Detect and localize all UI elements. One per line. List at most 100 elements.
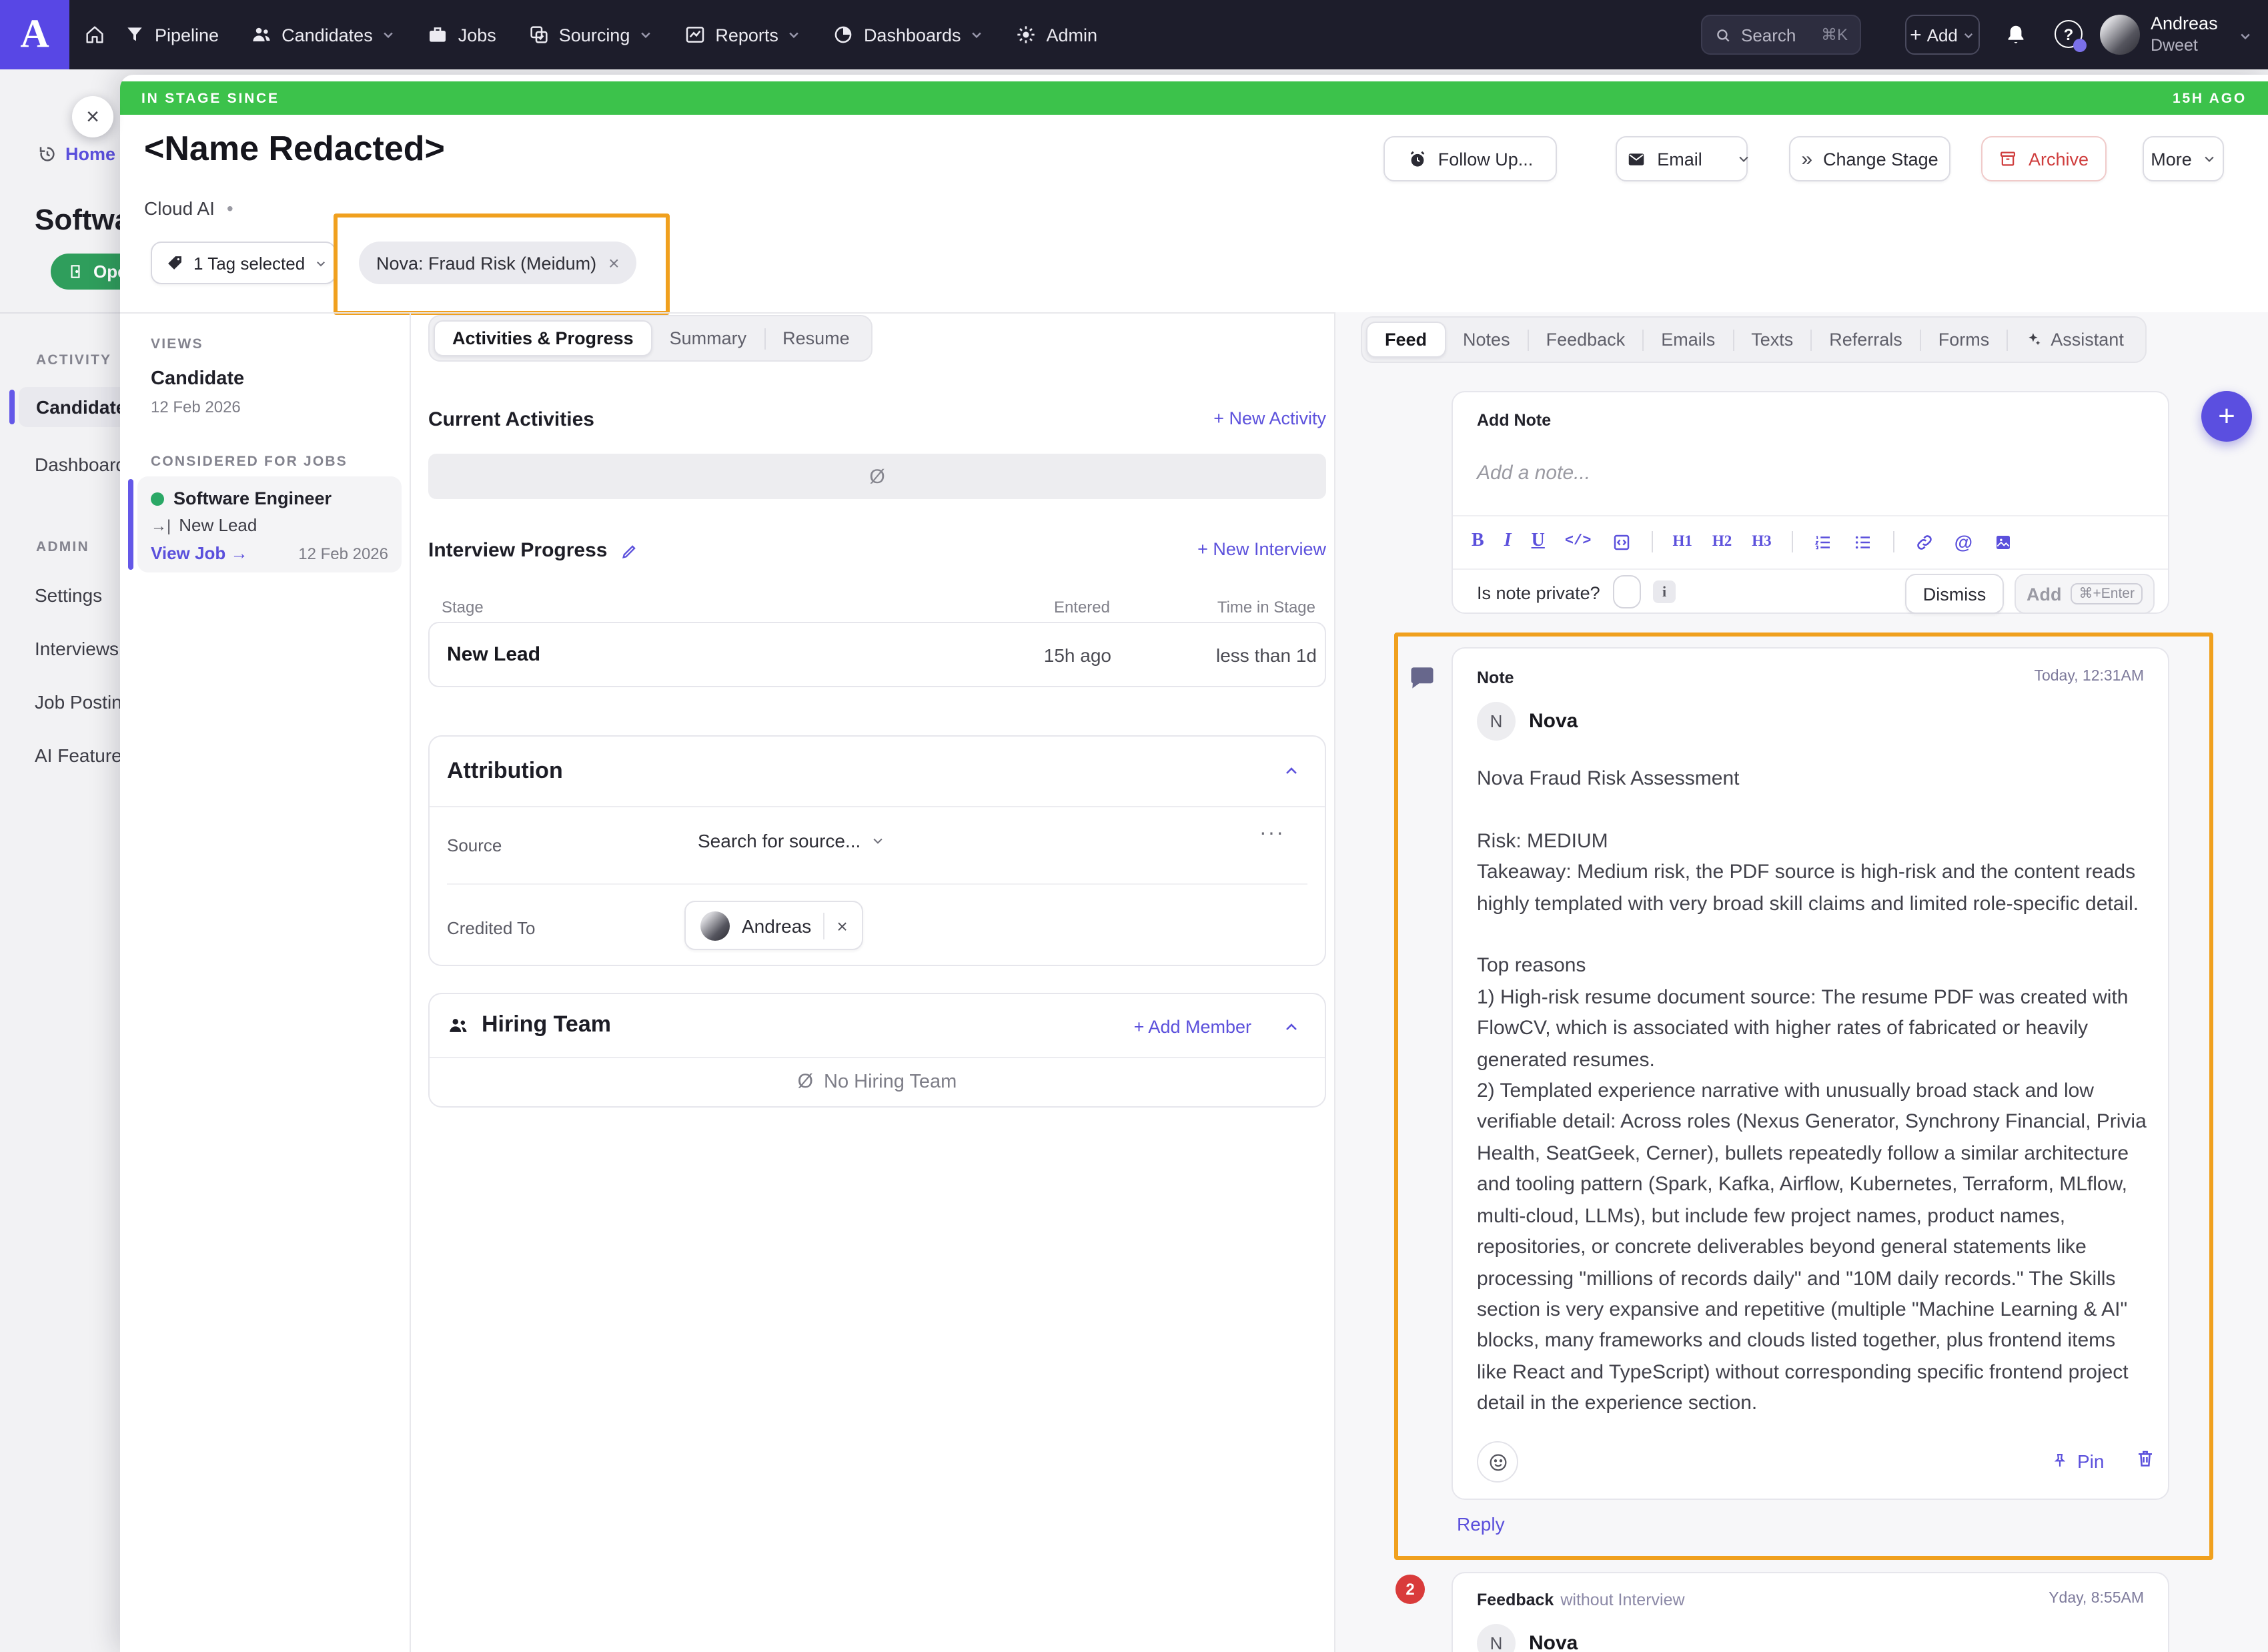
- help-button[interactable]: ?: [2055, 20, 2083, 48]
- emoji-reaction-button[interactable]: [1477, 1441, 1518, 1483]
- search-input[interactable]: Search ⌘K: [1701, 15, 1861, 55]
- code-icon[interactable]: </>: [1565, 534, 1592, 550]
- candidate-job-link[interactable]: Cloud AI: [144, 197, 215, 219]
- credited-to-pill[interactable]: Andreas ×: [684, 901, 864, 950]
- archive-button[interactable]: Archive: [1981, 136, 2107, 181]
- stage-banner-time: 15H AGO: [2173, 90, 2247, 106]
- remove-tag-icon[interactable]: ×: [608, 252, 619, 274]
- email-button[interactable]: Email: [1613, 149, 1716, 169]
- tab-emails[interactable]: Emails: [1644, 323, 1732, 356]
- trash-icon[interactable]: [2135, 1448, 2156, 1469]
- tab-notes[interactable]: Notes: [1446, 323, 1528, 356]
- close-panel-button[interactable]: ×: [72, 96, 113, 137]
- info-icon[interactable]: i: [1653, 580, 1676, 603]
- underline-icon[interactable]: U: [1532, 531, 1545, 552]
- interview-stage-row[interactable]: New Lead 15h ago less than 1d: [428, 622, 1326, 687]
- h3-icon[interactable]: H3: [1752, 534, 1771, 550]
- bold-icon[interactable]: B: [1472, 531, 1484, 552]
- open-status-button[interactable]: Open: [51, 254, 120, 290]
- home-icon[interactable]: [84, 24, 105, 45]
- view-job-link[interactable]: View Job →: [151, 543, 247, 563]
- tab-assistant[interactable]: Assistant: [2008, 323, 2141, 356]
- source-select[interactable]: Search for source...: [698, 830, 885, 851]
- collapse-chevron-icon[interactable]: [1283, 1019, 1299, 1036]
- tab-label: Forms: [1938, 330, 1990, 350]
- note-input[interactable]: Add a note...: [1477, 462, 1590, 484]
- bullet-list-icon[interactable]: [1853, 532, 1873, 552]
- pencil-icon[interactable]: [620, 541, 639, 560]
- tab-summary[interactable]: Summary: [652, 322, 764, 355]
- ellipsis-icon[interactable]: ···: [1259, 822, 1285, 846]
- feedback-type-label: Feedback: [1477, 1591, 1554, 1609]
- reply-link[interactable]: Reply: [1457, 1513, 1505, 1535]
- email-dropdown-button[interactable]: [1737, 152, 1750, 165]
- chevron-down-icon: [1737, 152, 1750, 165]
- email-split-button[interactable]: Email: [1616, 136, 1748, 181]
- stage-banner-label: IN STAGE SINCE: [141, 90, 279, 106]
- add-note-submit-button[interactable]: Add ⌘+Enter: [2015, 574, 2155, 614]
- dismiss-button[interactable]: Dismiss: [1905, 574, 2004, 614]
- sidebar-item-candidates[interactable]: Candidates: [19, 387, 120, 427]
- attachment-image-icon[interactable]: [1993, 532, 2013, 552]
- add-member-button[interactable]: + Add Member: [1123, 1017, 1251, 1037]
- private-note-toggle[interactable]: [1613, 575, 1641, 608]
- more-button[interactable]: More: [2143, 136, 2224, 181]
- sidebar-item-ai-features[interactable]: AI Features: [35, 745, 120, 766]
- tag-pill[interactable]: Nova: Fraud Risk (Meidum) ×: [359, 242, 636, 284]
- user-avatar[interactable]: [2100, 15, 2140, 55]
- tab-forms[interactable]: Forms: [1921, 323, 2007, 356]
- considered-job-card[interactable]: Software Engineer →| New Lead View Job →…: [137, 476, 402, 572]
- job-active-bar: [128, 479, 133, 570]
- user-menu[interactable]: Andreas Dweet: [2151, 12, 2218, 57]
- add-button[interactable]: + Add: [1905, 15, 1980, 55]
- sidebar-item-settings[interactable]: Settings: [35, 584, 102, 606]
- add-note-card: Add Note Add a note... B I U </> H1 H2 H…: [1452, 391, 2169, 614]
- tab-feedback[interactable]: Feedback: [1529, 323, 1643, 356]
- sidebar-item-dashboards[interactable]: Dashboards: [35, 454, 120, 475]
- mention-icon[interactable]: @: [1954, 531, 1972, 552]
- source-value: Search for source...: [698, 830, 861, 851]
- column-header-time: Time in Stage: [1182, 598, 1315, 616]
- new-interview-button[interactable]: + New Interview: [1187, 539, 1326, 559]
- pin-note-button[interactable]: Pin: [2051, 1451, 2104, 1472]
- ordered-list-icon[interactable]: [1813, 532, 1833, 552]
- tab-resume[interactable]: Resume: [765, 322, 867, 355]
- nav-item-pipeline[interactable]: Pipeline: [124, 24, 219, 45]
- tab-referrals[interactable]: Referrals: [1812, 323, 1920, 356]
- add-note-submit-label: Add: [2027, 584, 2062, 604]
- tab-feed[interactable]: Feed: [1366, 322, 1446, 358]
- create-note-fab[interactable]: +: [2201, 391, 2252, 442]
- empty-icon: Ø: [869, 465, 885, 488]
- new-activity-button[interactable]: + New Activity: [1198, 408, 1326, 428]
- link-icon[interactable]: [1914, 532, 1934, 552]
- tab-label: Feed: [1385, 330, 1427, 350]
- nav-item-jobs[interactable]: Jobs: [428, 24, 496, 45]
- follow-up-button[interactable]: Follow Up...: [1383, 136, 1557, 181]
- notifications-bell-icon[interactable]: [2004, 23, 2028, 47]
- tag-selector-button[interactable]: 1 Tag selected: [151, 242, 336, 284]
- sidebar-item-interviews[interactable]: Interviews: [35, 638, 119, 659]
- stage-arrow-icon: →|: [151, 516, 171, 534]
- nav-item-sourcing[interactable]: Sourcing: [528, 24, 653, 45]
- pin-icon: [2051, 1452, 2069, 1471]
- chevron-down-icon[interactable]: [2239, 29, 2252, 43]
- tab-activities-progress[interactable]: Activities & Progress: [434, 320, 652, 356]
- italic-icon[interactable]: I: [1504, 531, 1512, 552]
- nav-item-candidates[interactable]: Candidates: [251, 24, 396, 45]
- breadcrumb[interactable]: Home: [37, 144, 120, 164]
- change-stage-button[interactable]: » Change Stage: [1789, 136, 1950, 181]
- remove-credited-icon[interactable]: ×: [836, 915, 847, 936]
- nav-item-admin[interactable]: Admin: [1016, 24, 1098, 45]
- app-logo[interactable]: A: [0, 0, 69, 69]
- tab-texts[interactable]: Texts: [1734, 323, 1810, 356]
- sidebar-item-job-postings[interactable]: Job Postings: [35, 691, 120, 713]
- code-block-icon[interactable]: [1611, 532, 1631, 552]
- h1-icon[interactable]: H1: [1672, 534, 1692, 550]
- collapse-chevron-icon[interactable]: [1283, 763, 1299, 779]
- nav-item-reports[interactable]: Reports: [684, 24, 801, 45]
- tag-selector-label: 1 Tag selected: [193, 253, 305, 273]
- view-item-candidate[interactable]: Candidate: [151, 368, 244, 390]
- gear-icon: [1016, 24, 1037, 45]
- h2-icon[interactable]: H2: [1712, 534, 1732, 550]
- nav-item-dashboards[interactable]: Dashboards: [833, 24, 984, 45]
